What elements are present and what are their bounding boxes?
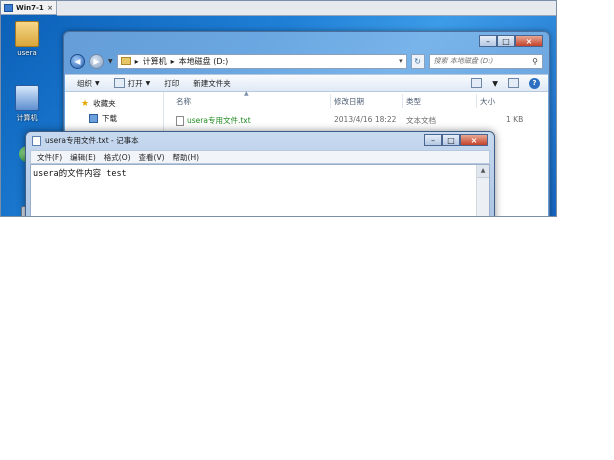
close-button[interactable]: × [515, 35, 543, 47]
file-type: 文本文档 [406, 116, 436, 125]
open-icon [113, 78, 125, 88]
forward-button[interactable]: ▶ [89, 53, 104, 69]
download-icon [89, 114, 98, 123]
vm-tab[interactable]: Win7-1 × [1, 1, 57, 15]
breadcrumb-separator: ▸ [170, 56, 175, 66]
search-input[interactable] [433, 57, 533, 65]
desktop-icon-usera[interactable]: usera [7, 21, 47, 57]
minimize-button[interactable]: – [479, 35, 497, 47]
column-header-size[interactable]: 大小 [480, 96, 495, 107]
notepad-icon [32, 135, 41, 146]
open-button[interactable]: 打开 ▼ [113, 78, 150, 89]
sidebar-item-downloads[interactable]: 下载 [89, 113, 117, 124]
user-folder-icon [15, 21, 39, 47]
maximize-button[interactable]: □ [442, 134, 460, 146]
menu-view[interactable]: 查看(V) [139, 152, 165, 163]
refresh-button[interactable]: ↻ [410, 53, 425, 69]
menu-format[interactable]: 格式(O) [104, 152, 131, 163]
breadcrumb-separator: ▸ [134, 56, 139, 66]
sort-arrow-icon: ▲ [244, 90, 249, 97]
vertical-scrollbar[interactable]: ▲ [476, 165, 489, 216]
close-button[interactable]: × [460, 134, 488, 146]
help-icon[interactable]: ? [529, 77, 540, 89]
menu-help[interactable]: 帮助(H) [173, 152, 200, 163]
file-row[interactable]: usera专用文件.txt 2013/4/16 18:22 文本文档 1 KB [172, 113, 532, 127]
text-file-icon [176, 115, 184, 126]
editor-content[interactable]: usera的文件内容 test [33, 167, 127, 179]
sidebar-item-label: 下载 [102, 114, 117, 123]
window-title-text: usera专用文件.txt - 记事本 [45, 136, 139, 145]
desktop-icon-computer[interactable]: 计算机 [7, 85, 47, 123]
breadcrumb-item[interactable]: 本地磁盘 (D:) [179, 56, 229, 67]
desktop-icon-label: 计算机 [16, 114, 38, 122]
breadcrumb-item[interactable]: 计算机 [143, 56, 167, 67]
column-header-name[interactable]: 名称 [176, 96, 191, 107]
vm-console: Win7-1 × usera 计算机 – □ × ◀ ▶ ▼ ▸ 计算机 ▸ 本… [0, 0, 557, 217]
menu-edit[interactable]: 编辑(E) [70, 152, 96, 163]
column-header-date[interactable]: 修改日期 [334, 96, 364, 107]
print-button[interactable]: 打印 [164, 78, 179, 89]
star-icon: ★ [81, 98, 90, 109]
recent-pages-icon[interactable]: ▼ [108, 58, 113, 65]
window-title: usera专用文件.txt - 记事本 [32, 135, 139, 146]
view-controls: ▼ ? [471, 77, 548, 89]
vm-tab-label: Win7-1 [16, 3, 44, 12]
computer-icon [15, 85, 39, 111]
search-icon[interactable]: ⚲ [532, 57, 538, 66]
menu-bar: 文件(F) 编辑(E) 格式(O) 查看(V) 帮助(H) [30, 150, 490, 164]
back-button[interactable]: ◀ [70, 53, 85, 69]
file-size: 1 KB [506, 115, 524, 124]
navigation-row: ◀ ▶ ▼ ▸ 计算机 ▸ 本地磁盘 (D:) ▾ ↻ ⚲ [70, 51, 543, 71]
close-icon[interactable]: × [47, 4, 53, 12]
chevron-down-icon[interactable]: ▼ [492, 79, 498, 88]
scroll-up-icon[interactable]: ▲ [477, 165, 489, 178]
window-controls: – □ × [424, 134, 488, 146]
vm-tab-bar [57, 1, 556, 16]
column-header-type[interactable]: 类型 [406, 96, 421, 107]
sidebar-item-label: 收藏夹 [93, 99, 116, 108]
maximize-button[interactable]: □ [497, 35, 515, 47]
minimize-button[interactable]: – [424, 134, 442, 146]
chevron-down-icon[interactable]: ▾ [399, 57, 403, 65]
search-box[interactable]: ⚲ [428, 53, 543, 69]
command-bar: 组织 ▼ 打开 ▼ 打印 新建文件夹 ▼ ? [65, 74, 548, 92]
view-options-icon[interactable] [471, 78, 483, 88]
sidebar-item-favorites[interactable]: ★ 收藏夹 [81, 98, 116, 109]
text-editor[interactable]: usera的文件内容 test ▲ [30, 164, 490, 216]
preview-pane-icon[interactable] [508, 78, 519, 88]
notepad-window: usera专用文件.txt - 记事本 – □ × 文件(F) 编辑(E) 格式… [25, 131, 495, 216]
file-name[interactable]: usera专用文件.txt [176, 115, 251, 126]
desktop-icon-label: usera [17, 49, 37, 57]
new-folder-button[interactable]: 新建文件夹 [193, 78, 231, 89]
column-divider[interactable] [476, 94, 477, 108]
column-divider[interactable] [402, 94, 403, 108]
organize-button[interactable]: 组织 ▼ [77, 78, 100, 89]
file-date: 2013/4/16 18:22 [334, 115, 397, 124]
address-bar[interactable]: ▸ 计算机 ▸ 本地磁盘 (D:) ▾ [116, 53, 407, 69]
folder-icon [120, 57, 131, 65]
monitor-icon [4, 3, 13, 12]
menu-file[interactable]: 文件(F) [37, 152, 62, 163]
column-divider[interactable] [330, 94, 331, 108]
window-controls: – □ × [479, 35, 543, 47]
